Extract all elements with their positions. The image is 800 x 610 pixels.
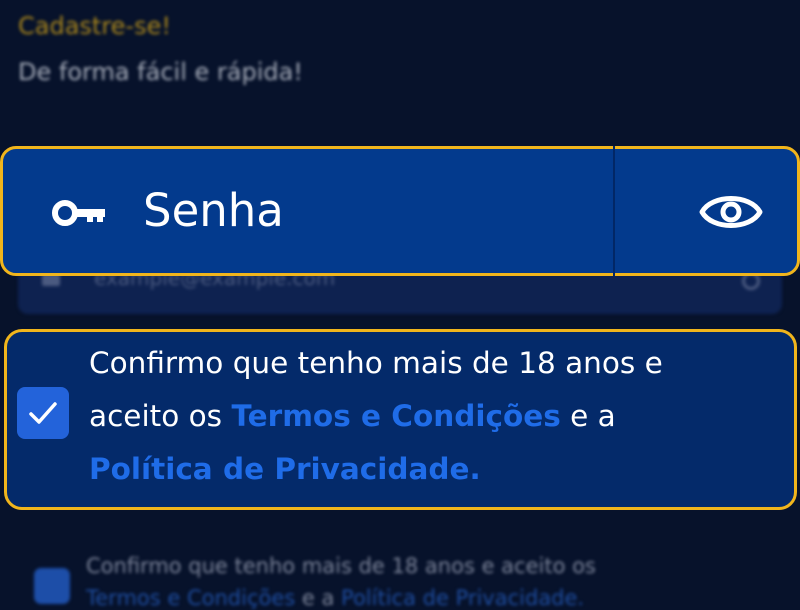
checkmark-icon: [29, 402, 57, 424]
consent-suffix: e a: [560, 399, 616, 433]
background-privacy-link[interactable]: Política de Privacidade.: [341, 586, 584, 610]
consent-prefix: aceito os: [89, 399, 232, 433]
background-form: Cadastre-se! De forma fácil e rápida! ex…: [0, 0, 800, 610]
password-field[interactable]: Senha: [0, 146, 800, 276]
background-consent-links: Termos e Condições e a Política de Priva…: [86, 586, 584, 610]
consent-line-1: Confirmo que tenho mais de 18 anos e: [89, 346, 663, 380]
background-consent-checkbox[interactable]: [34, 568, 70, 604]
eye-icon[interactable]: [698, 187, 764, 237]
consent-text: Confirmo que tenho mais de 18 anos e ace…: [89, 337, 797, 496]
page-subtitle: De forma fácil e rápida!: [18, 58, 303, 86]
consent-box: Confirmo que tenho mais de 18 anos e ace…: [4, 329, 797, 510]
password-placeholder: Senha: [143, 184, 284, 237]
consent-line-3: Política de Privacidade.: [89, 443, 797, 496]
consent-line-2: aceito os Termos e Condições e a: [89, 390, 797, 443]
terms-link[interactable]: Termos e Condições: [231, 399, 560, 433]
background-consent-text: Confirmo que tenho mais de 18 anos e ace…: [86, 554, 596, 578]
field-divider: [613, 146, 615, 276]
page-title: Cadastre-se!: [18, 12, 171, 40]
consent-checkbox[interactable]: [17, 387, 69, 439]
background-connector: e a: [295, 586, 342, 610]
background-terms-link[interactable]: Termos e Condições: [86, 586, 295, 610]
privacy-link[interactable]: Política de Privacidade.: [89, 452, 481, 486]
key-icon: [52, 200, 105, 226]
